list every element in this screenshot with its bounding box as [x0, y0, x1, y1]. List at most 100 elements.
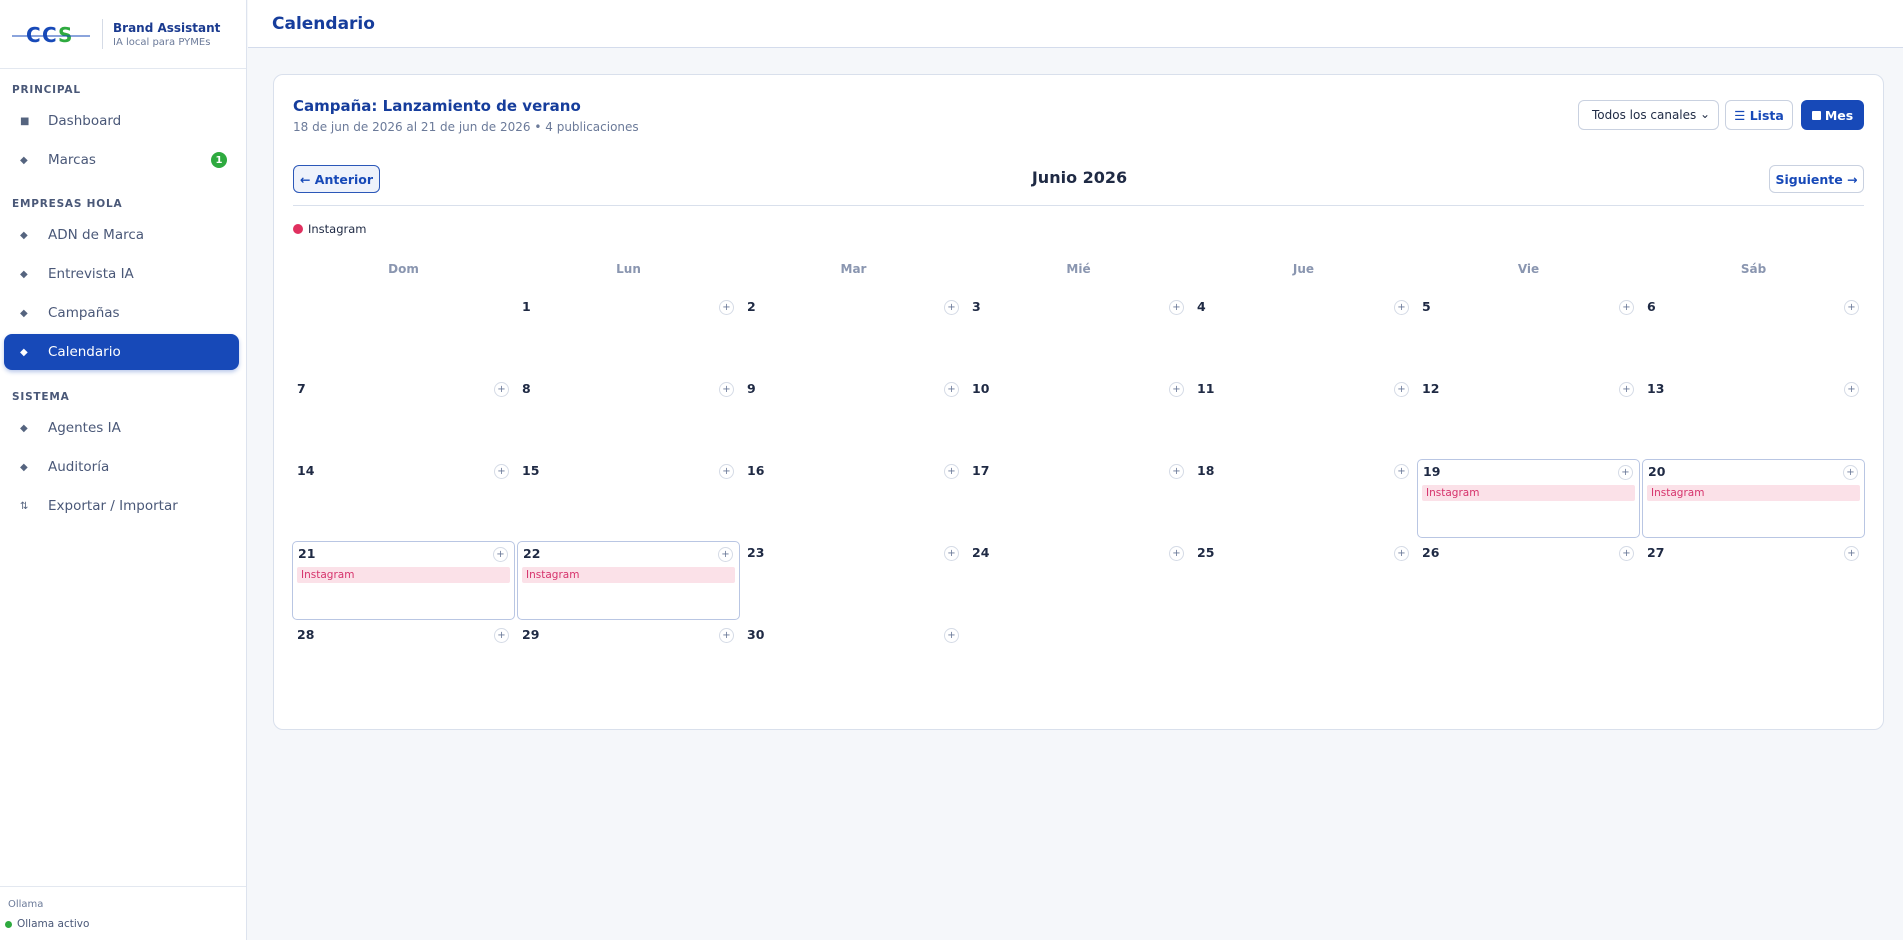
add-post-icon[interactable]: + [1394, 546, 1409, 561]
day-number: 24 [972, 545, 990, 560]
day-number: 15 [522, 463, 540, 478]
add-post-icon[interactable]: + [1619, 546, 1634, 561]
calendar-day-cell[interactable]: 10 + [967, 377, 1190, 456]
sidebar-item-label: Entrevista IA [48, 266, 134, 282]
add-post-icon[interactable]: + [1844, 382, 1859, 397]
calendar-day-cell[interactable]: 24 + [967, 541, 1190, 620]
add-post-icon[interactable]: + [1843, 465, 1858, 480]
calendar-event[interactable]: Instagram [1647, 485, 1860, 501]
calendar-day-cell[interactable]: 13 + [1642, 377, 1865, 456]
calendar-day-cell[interactable]: 19 + Instagram [1417, 459, 1640, 538]
add-post-icon[interactable]: + [1169, 546, 1184, 561]
calendar-day-cell[interactable]: 22 + Instagram [517, 541, 740, 620]
month-view-button[interactable]: Mes [1801, 100, 1864, 130]
calendar-event[interactable]: Instagram [1422, 485, 1635, 501]
sidebar-item-agentes-ia[interactable]: ◆ Agentes IA [4, 410, 239, 446]
calendar-day-cell[interactable]: 29 + [517, 623, 740, 702]
sidebar-item-exportar-importar[interactable]: ⇅ Exportar / Importar [4, 488, 239, 524]
sidebar-footer: Ollama Ollama activo [0, 886, 246, 940]
calendar-day-cell[interactable]: 20 + Instagram [1642, 459, 1865, 538]
calendar-day-cell[interactable]: 2 + [742, 295, 965, 374]
add-post-icon[interactable]: + [1618, 465, 1633, 480]
add-post-icon[interactable]: + [1844, 300, 1859, 315]
day-number: 22 [523, 546, 541, 561]
weekday-header: Lun [616, 262, 641, 276]
calendar-day-cell[interactable]: 17 + [967, 459, 1190, 538]
calendar-day-cell[interactable]: 8 + [517, 377, 740, 456]
add-post-icon[interactable]: + [719, 464, 734, 479]
day-number: 1 [522, 299, 531, 314]
add-post-icon[interactable]: + [1619, 382, 1634, 397]
brand-text: Brand Assistant IA local para PYMEs [113, 21, 220, 48]
add-post-icon[interactable]: + [494, 628, 509, 643]
brand-header: C C S Brand Assistant IA local para PYME… [0, 0, 246, 69]
add-post-icon[interactable]: + [718, 547, 733, 562]
calendar-day-cell[interactable]: 5 + [1417, 295, 1640, 374]
calendar-day-cell[interactable]: 23 + [742, 541, 965, 620]
day-number: 10 [972, 381, 990, 396]
sidebar-item-marcas[interactable]: ◆ Marcas 1 [4, 142, 239, 178]
add-post-icon[interactable]: + [944, 382, 959, 397]
sidebar-item-label: Dashboard [48, 113, 122, 129]
day-number: 2 [747, 299, 756, 314]
divider [293, 205, 1864, 206]
day-number: 8 [522, 381, 531, 396]
add-post-icon[interactable]: + [1169, 300, 1184, 315]
sidebar-item-calendario[interactable]: ◆ Calendario [4, 334, 239, 370]
calendar-day-cell[interactable]: 16 + [742, 459, 965, 538]
sort-arrows-icon: ⇅ [20, 500, 29, 512]
add-post-icon[interactable]: + [944, 464, 959, 479]
add-post-icon[interactable]: + [944, 546, 959, 561]
day-number: 17 [972, 463, 990, 478]
channel-select[interactable]: Todos los canales ⌄ [1578, 100, 1719, 130]
add-post-icon[interactable]: + [719, 628, 734, 643]
calendar-event[interactable]: Instagram [297, 567, 510, 583]
calendar-day-cell[interactable]: 3 + [967, 295, 1190, 374]
calendar-day-cell[interactable]: 18 + [1192, 459, 1415, 538]
calendar-day-cell[interactable]: 11 + [1192, 377, 1415, 456]
add-post-icon[interactable]: + [944, 628, 959, 643]
calendar-day-cell[interactable]: 21 + Instagram [292, 541, 515, 620]
calendar-day-cell[interactable]: 30 + [742, 623, 965, 702]
sidebar-item-auditoria[interactable]: ◆ Auditoría [4, 449, 239, 485]
calendar-day-cell[interactable]: 1 + [517, 295, 740, 374]
add-post-icon[interactable]: + [1844, 546, 1859, 561]
calendar-day-cell[interactable]: 26 + [1417, 541, 1640, 620]
day-number: 16 [747, 463, 765, 478]
add-post-icon[interactable]: + [719, 300, 734, 315]
sidebar: C C S Brand Assistant IA local para PYME… [0, 0, 247, 940]
calendar-day-cell[interactable]: 28 + [292, 623, 515, 702]
sidebar-item-campanas[interactable]: ◆ Campañas [4, 295, 239, 331]
calendar-day-cell[interactable]: 9 + [742, 377, 965, 456]
square-icon: ■ [20, 115, 30, 127]
add-post-icon[interactable]: + [493, 547, 508, 562]
sidebar-item-adn-de-marca[interactable]: ◆ ADN de Marca [4, 217, 239, 253]
add-post-icon[interactable]: + [1619, 300, 1634, 315]
calendar-event[interactable]: Instagram [522, 567, 735, 583]
brand-logo[interactable]: C C S [12, 19, 90, 49]
campaign-subtitle: 18 de jun de 2026 al 21 de jun de 2026 •… [293, 120, 639, 134]
next-month-button[interactable]: Siguiente → [1769, 165, 1864, 193]
calendar-day-cell[interactable]: 4 + [1192, 295, 1415, 374]
calendar-day-cell[interactable]: 12 + [1417, 377, 1640, 456]
page-title: Calendario [272, 13, 375, 34]
count-badge: 1 [211, 152, 227, 168]
add-post-icon[interactable]: + [1169, 382, 1184, 397]
sidebar-item-dashboard[interactable]: ■ Dashboard [4, 103, 239, 139]
calendar-day-cell[interactable]: 15 + [517, 459, 740, 538]
add-post-icon[interactable]: + [1394, 300, 1409, 315]
calendar-day-cell[interactable]: 27 + [1642, 541, 1865, 620]
calendar-day-cell[interactable]: 25 + [1192, 541, 1415, 620]
add-post-icon[interactable]: + [719, 382, 734, 397]
calendar-day-cell[interactable]: 6 + [1642, 295, 1865, 374]
add-post-icon[interactable]: + [494, 382, 509, 397]
add-post-icon[interactable]: + [494, 464, 509, 479]
sidebar-item-entrevista-ia[interactable]: ◆ Entrevista IA [4, 256, 239, 292]
add-post-icon[interactable]: + [1394, 464, 1409, 479]
add-post-icon[interactable]: + [944, 300, 959, 315]
calendar-day-cell[interactable]: 14 + [292, 459, 515, 538]
add-post-icon[interactable]: + [1169, 464, 1184, 479]
list-view-button[interactable]: ☰ Lista [1725, 100, 1793, 130]
add-post-icon[interactable]: + [1394, 382, 1409, 397]
calendar-day-cell[interactable]: 7 + [292, 377, 515, 456]
